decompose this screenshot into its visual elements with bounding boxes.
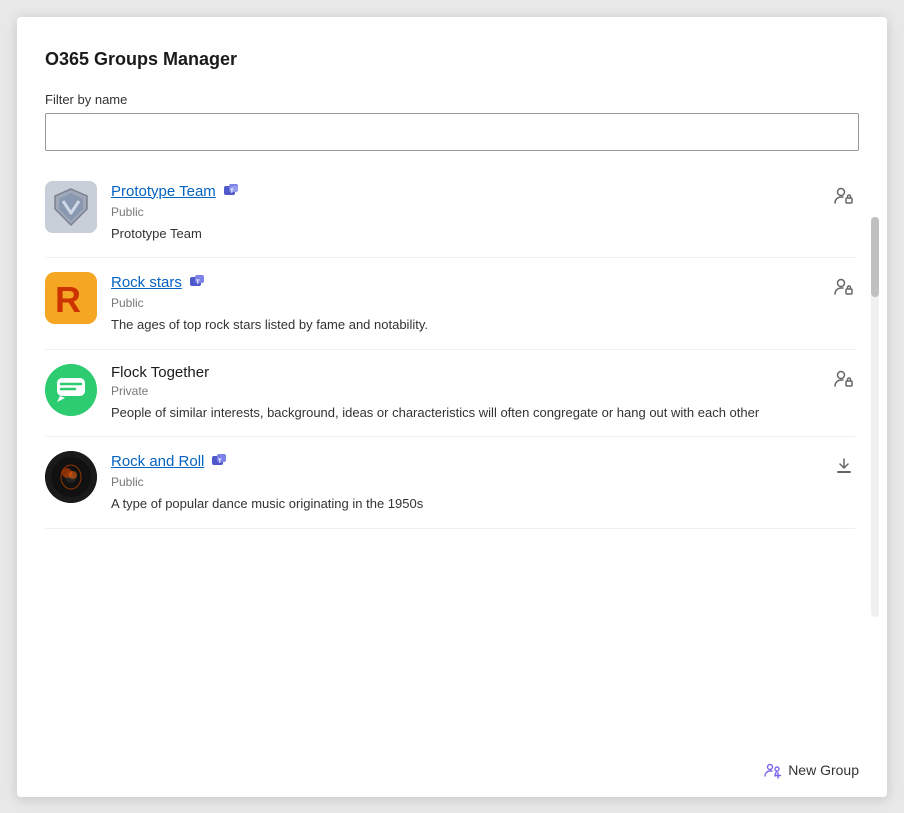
group-action-rock-and-roll[interactable] bbox=[833, 455, 855, 482]
group-name-rock-and-roll[interactable]: Rock and Roll bbox=[111, 453, 204, 470]
scrollbar-track[interactable] bbox=[871, 217, 879, 617]
group-desc-prototype-team: Prototype Team bbox=[111, 224, 855, 244]
footer: New Group bbox=[45, 743, 859, 797]
group-name-row-rockroll: Rock and Roll T bbox=[111, 451, 855, 472]
scrollbar-thumb[interactable] bbox=[871, 217, 879, 297]
person-lock-icon bbox=[833, 185, 855, 207]
svg-text:R: R bbox=[55, 279, 81, 320]
group-visibility-rock-and-roll: Public bbox=[111, 475, 855, 489]
groups-list: Prototype Team T Public Prototype Team bbox=[45, 167, 859, 743]
person-lock-icon-2 bbox=[833, 276, 855, 298]
group-action-flock-together[interactable] bbox=[833, 368, 855, 395]
group-visibility-prototype-team: Public bbox=[111, 205, 855, 219]
group-visibility-rock-stars: Public bbox=[111, 296, 855, 310]
group-name-row-rockstars: Rock stars T bbox=[111, 272, 855, 293]
group-avatar-rock-stars: R bbox=[45, 272, 97, 324]
group-info-flock-together: Flock Together Private People of similar… bbox=[111, 364, 855, 423]
page-title: O365 Groups Manager bbox=[45, 49, 859, 70]
group-desc-flock-together: People of similar interests, background,… bbox=[111, 403, 855, 423]
group-avatar-prototype-team bbox=[45, 181, 97, 233]
teams-icon-rock-stars: T bbox=[188, 272, 206, 293]
new-group-button[interactable]: New Group bbox=[764, 761, 859, 779]
group-desc-rock-stars: The ages of top rock stars listed by fam… bbox=[111, 315, 855, 335]
group-avatar-flock-together bbox=[45, 364, 97, 416]
teams-icon-rock-and-roll: T bbox=[210, 451, 228, 472]
group-action-rock-stars[interactable] bbox=[833, 276, 855, 303]
group-name-rock-stars[interactable]: Rock stars bbox=[111, 274, 182, 291]
download-icon bbox=[833, 455, 855, 477]
group-avatar-rock-and-roll bbox=[45, 451, 97, 503]
group-item-flock-together: Flock Together Private People of similar… bbox=[45, 350, 855, 438]
teams-icon-prototype-team: T bbox=[222, 181, 240, 202]
svg-text:T: T bbox=[196, 280, 200, 286]
group-visibility-flock-together: Private bbox=[111, 384, 855, 398]
group-desc-rock-and-roll: A type of popular dance music originatin… bbox=[111, 494, 855, 514]
group-name-row-flock: Flock Together bbox=[111, 364, 855, 381]
filter-input[interactable] bbox=[45, 113, 859, 151]
main-panel: O365 Groups Manager Filter by name Proto… bbox=[17, 17, 887, 797]
group-name-flock-together: Flock Together bbox=[111, 364, 209, 381]
group-info-prototype-team: Prototype Team T Public Prototype Team bbox=[111, 181, 855, 244]
group-item-prototype-team: Prototype Team T Public Prototype Team bbox=[45, 167, 855, 259]
svg-text:T: T bbox=[230, 189, 234, 195]
group-item-rock-and-roll: Rock and Roll T Public A type of popular… bbox=[45, 437, 855, 529]
group-action-prototype-team[interactable] bbox=[833, 185, 855, 212]
group-name-prototype-team[interactable]: Prototype Team bbox=[111, 183, 216, 200]
new-group-label: New Group bbox=[788, 762, 859, 778]
group-info-rock-stars: Rock stars T Public The ages of top rock… bbox=[111, 272, 855, 335]
person-lock-icon-3 bbox=[833, 368, 855, 390]
group-info-rock-and-roll: Rock and Roll T Public A type of popular… bbox=[111, 451, 855, 514]
filter-label: Filter by name bbox=[45, 92, 859, 107]
svg-text:T: T bbox=[218, 459, 222, 465]
group-item-rock-stars: R Rock stars T Public The ages of top ro… bbox=[45, 258, 855, 350]
group-name-row: Prototype Team T bbox=[111, 181, 855, 202]
add-group-icon bbox=[764, 761, 782, 779]
